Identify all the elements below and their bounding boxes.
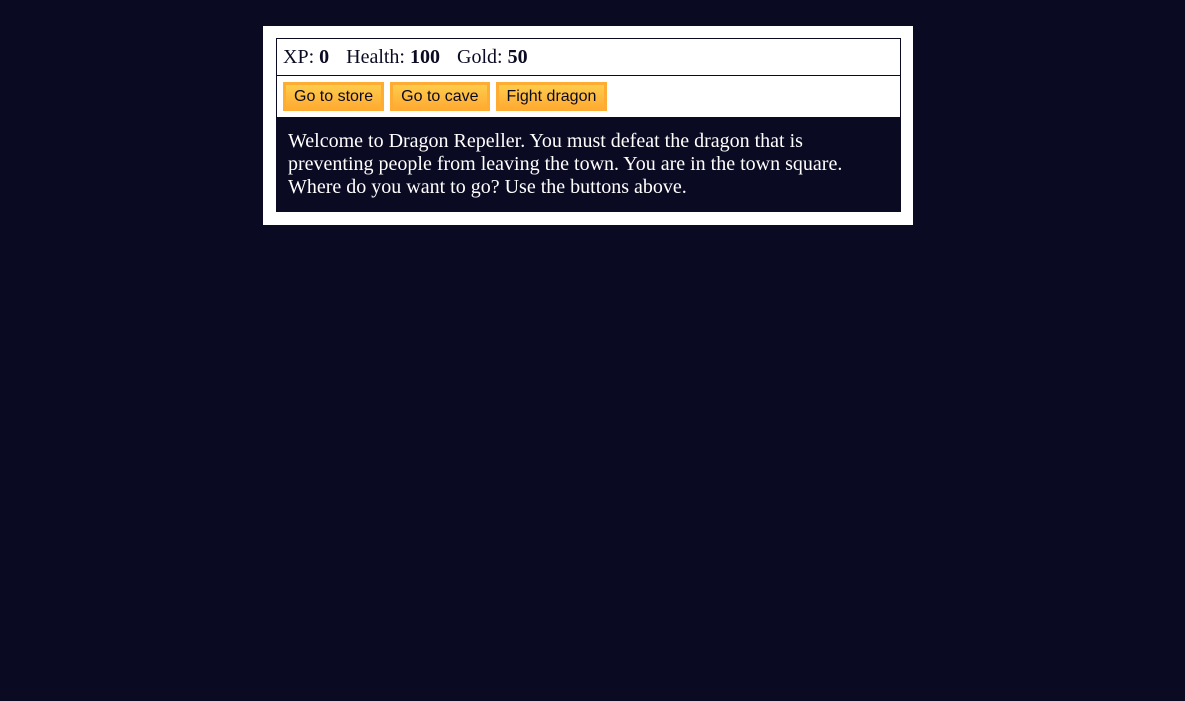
health-value: 100 [410, 45, 440, 68]
game-container: XP: 0 Health: 100 Gold: 50 Go to store G… [263, 26, 913, 225]
health-stat: Health: 100 [346, 46, 440, 69]
go-to-cave-button[interactable]: Go to cave [390, 82, 490, 111]
game-text: Welcome to Dragon Repeller. You must def… [276, 117, 901, 212]
go-to-store-button[interactable]: Go to store [283, 82, 385, 111]
gold-value: 50 [507, 45, 528, 68]
xp-stat: XP: 0 [283, 46, 329, 69]
health-label: Health: [346, 45, 405, 68]
xp-label: XP: [283, 45, 315, 68]
gold-stat: Gold: 50 [457, 46, 528, 69]
xp-value: 0 [319, 45, 330, 68]
stats-bar: XP: 0 Health: 100 Gold: 50 [276, 38, 901, 76]
fight-dragon-button[interactable]: Fight dragon [495, 82, 608, 111]
controls-bar: Go to store Go to cave Fight dragon [276, 75, 901, 117]
gold-label: Gold: [457, 45, 503, 68]
